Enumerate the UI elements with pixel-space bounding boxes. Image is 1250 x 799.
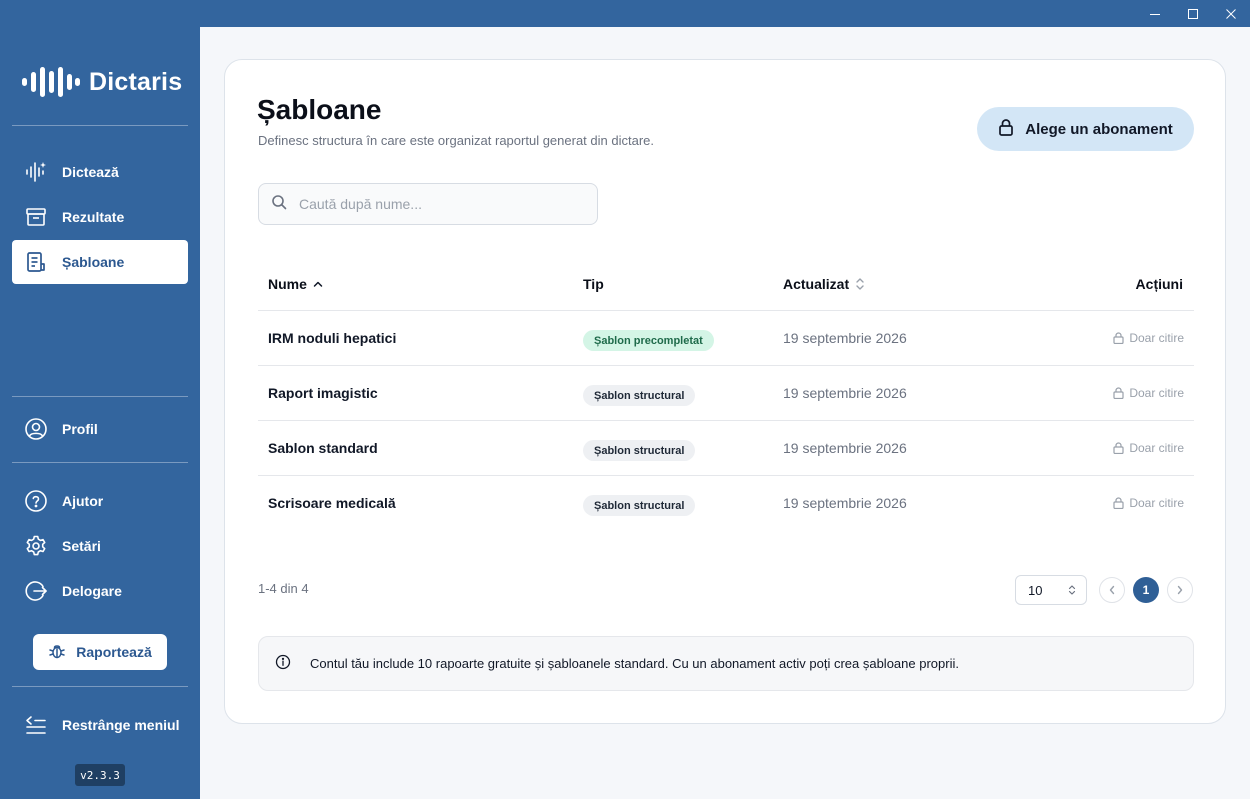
page-title: Șabloane	[257, 94, 382, 125]
previous-page-button[interactable]	[1099, 577, 1125, 603]
table-row[interactable]: Scrisoare medicală Șablon structural 19 …	[258, 475, 1194, 530]
choose-subscription-label: Alege un abonament	[1025, 120, 1173, 138]
page-number-button[interactable]: 1	[1133, 577, 1159, 603]
page-subtitle: Definesc structura în care este organiza…	[258, 133, 654, 148]
window-titlebar	[0, 0, 1250, 27]
sidebar-item-rezultate[interactable]: Rezultate	[12, 195, 188, 239]
sidebar-item-dicteaza[interactable]: Dictează	[12, 150, 188, 194]
bug-icon	[48, 642, 66, 663]
choose-subscription-button[interactable]: Alege un abonament	[977, 107, 1194, 151]
page-size-value: 10	[1028, 582, 1043, 598]
template-name: Scrisoare medicală	[268, 495, 396, 511]
sidebar-item-profil[interactable]: Profil	[12, 407, 188, 451]
sidebar-item-label: Ajutor	[62, 493, 104, 509]
user-circle-icon	[24, 417, 48, 441]
waveform-sparkle-icon	[24, 160, 48, 184]
sort-toggle-icon	[856, 278, 864, 290]
sidebar-item-label: Dictează	[62, 164, 119, 180]
read-only-action[interactable]: Doar citire	[1113, 441, 1184, 455]
sidebar-item-sabloane[interactable]: Șabloane	[12, 240, 188, 284]
template-name: IRM noduli hepatici	[268, 330, 397, 346]
info-banner-text: Contul tău include 10 rapoarte gratuite …	[310, 656, 959, 671]
collapse-menu-label: Restrânge meniul	[62, 717, 180, 733]
collapse-menu-button[interactable]: Restrânge meniul	[12, 703, 188, 747]
table-row[interactable]: Sablon standard Șablon structural 19 sep…	[258, 420, 1194, 475]
divider	[12, 396, 188, 397]
logout-icon	[24, 579, 48, 603]
search-input[interactable]	[299, 196, 579, 212]
template-document-icon	[24, 250, 48, 274]
type-badge: Șablon precompletat	[583, 330, 714, 351]
info-banner: Contul tău include 10 rapoarte gratuite …	[258, 636, 1194, 691]
divider	[12, 462, 188, 463]
pagination-summary: 1-4 din 4	[258, 581, 309, 596]
read-only-action[interactable]: Doar citire	[1113, 496, 1184, 510]
column-header-name[interactable]: Nume	[268, 276, 323, 292]
type-badge: Șablon structural	[583, 440, 696, 461]
read-only-action[interactable]: Doar citire	[1113, 386, 1184, 400]
chevron-left-icon	[1109, 585, 1115, 595]
divider	[12, 125, 188, 126]
column-header-actions: Acțiuni	[1135, 276, 1183, 292]
column-header-type: Tip	[583, 276, 604, 292]
brand-name: Dictaris	[89, 67, 183, 96]
version-badge: v2.3.3	[75, 764, 125, 786]
sidebar-item-label: Delogare	[62, 583, 122, 599]
brand-logo[interactable]: Dictaris	[22, 65, 182, 99]
next-page-button[interactable]	[1167, 577, 1193, 603]
updated-date: 19 septembrie 2026	[783, 385, 907, 401]
select-updown-icon	[1068, 585, 1076, 595]
sidebar-item-setari[interactable]: Setări	[12, 524, 188, 568]
type-badge: Șablon structural	[583, 495, 696, 516]
report-button-label: Raportează	[76, 644, 152, 660]
updated-date: 19 septembrie 2026	[783, 495, 907, 511]
column-header-updated[interactable]: Actualizat	[783, 276, 865, 292]
gear-icon	[24, 534, 48, 558]
lock-icon	[1113, 332, 1124, 344]
updated-date: 19 septembrie 2026	[783, 330, 907, 346]
templates-panel: Șabloane Definesc structura în care este…	[224, 59, 1226, 724]
archive-box-icon	[24, 205, 48, 229]
page-size-select[interactable]: 10	[1015, 575, 1087, 605]
template-name: Sablon standard	[268, 440, 378, 456]
logo-waveform-icon	[22, 67, 80, 97]
sidebar-item-label: Rezultate	[62, 209, 125, 225]
collapse-menu-icon	[24, 713, 48, 737]
close-icon[interactable]	[1208, 0, 1250, 27]
report-bug-button[interactable]: Raportează	[33, 634, 167, 670]
sidebar-item-label: Profil	[62, 421, 98, 437]
help-circle-icon	[24, 489, 48, 513]
lock-icon	[1113, 442, 1124, 454]
lock-icon	[1113, 497, 1124, 509]
lock-icon	[1113, 387, 1124, 399]
type-badge: Șablon structural	[583, 385, 696, 406]
sidebar-item-ajutor[interactable]: Ajutor	[12, 479, 188, 523]
sidebar-item-label: Setări	[62, 538, 101, 554]
template-name: Raport imagistic	[268, 385, 378, 401]
search-icon	[271, 194, 287, 215]
sidebar-item-delogare[interactable]: Delogare	[12, 569, 188, 613]
sidebar-item-label: Șabloane	[62, 254, 125, 270]
chevron-right-icon	[1177, 585, 1183, 595]
read-only-action[interactable]: Doar citire	[1113, 331, 1184, 345]
lock-icon	[998, 118, 1014, 140]
divider	[12, 686, 188, 687]
sidebar: Dictaris Dictează Rezultate Șabloane Pro…	[0, 27, 200, 799]
table-row[interactable]: IRM noduli hepatici Șablon precompletat …	[258, 310, 1194, 365]
sort-ascending-icon	[313, 281, 323, 287]
updated-date: 19 septembrie 2026	[783, 440, 907, 456]
info-icon	[275, 654, 291, 673]
search-box	[258, 183, 598, 225]
table-row[interactable]: Raport imagistic Șablon structural 19 se…	[258, 365, 1194, 420]
